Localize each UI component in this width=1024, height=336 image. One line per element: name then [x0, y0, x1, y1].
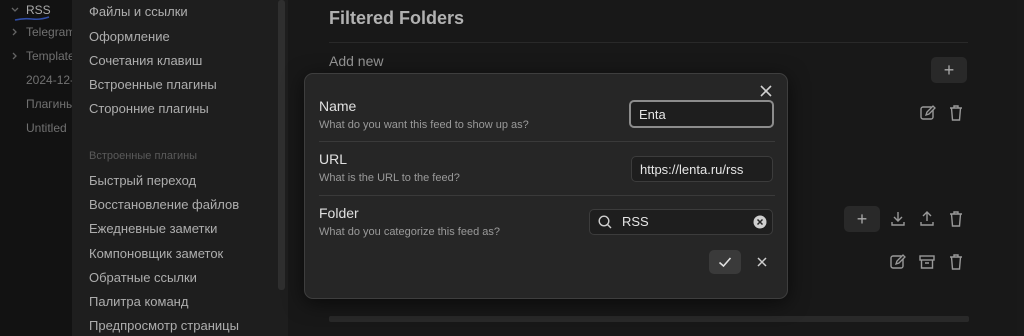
- close-icon[interactable]: [757, 82, 775, 100]
- clear-icon[interactable]: [753, 215, 767, 229]
- folder-search-input[interactable]: RSS: [589, 209, 773, 235]
- add-feed-modal: Name What do you want this feed to show …: [304, 73, 788, 299]
- folder-search-value: RSS: [622, 214, 649, 229]
- url-setting-title: URL: [319, 151, 348, 167]
- url-setting-description: What is the URL to the feed?: [319, 172, 460, 184]
- confirm-button[interactable]: [709, 250, 741, 274]
- divider: [319, 141, 775, 142]
- folder-setting-title: Folder: [319, 205, 359, 221]
- divider: [319, 195, 775, 196]
- search-icon: [597, 214, 613, 230]
- check-icon: [718, 257, 732, 268]
- url-input[interactable]: [631, 156, 773, 182]
- name-setting-title: Name: [319, 98, 357, 114]
- folder-setting-description: What do you categorize this feed as?: [319, 226, 500, 238]
- cancel-icon[interactable]: [755, 255, 769, 269]
- name-input[interactable]: [629, 100, 774, 128]
- name-setting-description: What do you want this feed to show up as…: [319, 119, 529, 131]
